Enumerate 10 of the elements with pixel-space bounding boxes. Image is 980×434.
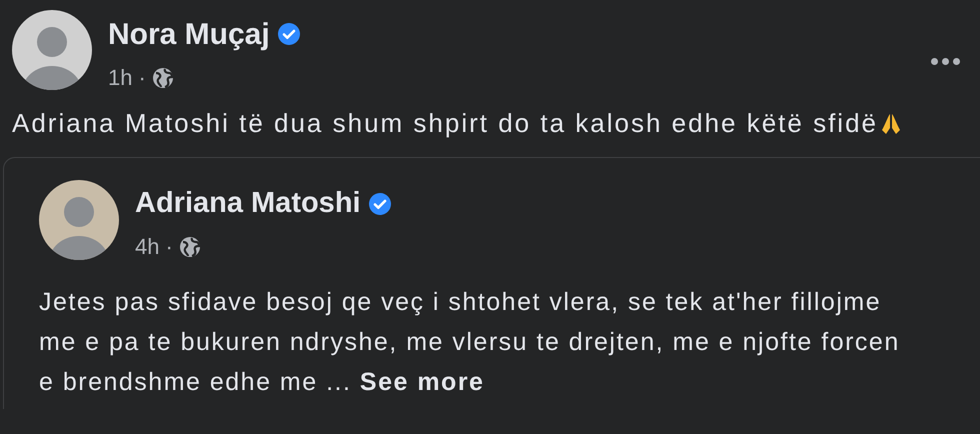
shared-post-text: Jetes pas sfidave besoj qe veç i shtohet vlera, se tek at'her fillojme me e pa te bukuren ndryshe, me vlersu te drejten, me e njofte forcen e brendshme edhe me ... See more (39, 287, 901, 398)
author-name[interactable]: Nora Muçaj (108, 12, 270, 56)
separator-dot: · (138, 66, 146, 88)
timestamp[interactable]: 1h (108, 66, 132, 88)
timestamp[interactable]: 4h (135, 236, 160, 258)
post-text: Adriana Matoshi të dua shum shpirt do ta kalosh edhe këtë sfidë (12, 107, 878, 140)
more-options-button[interactable] (931, 58, 960, 65)
see-more-link[interactable]: See more (360, 368, 484, 396)
author-name[interactable]: Adriana Matoshi (135, 182, 361, 226)
separator-dot: · (165, 236, 173, 258)
